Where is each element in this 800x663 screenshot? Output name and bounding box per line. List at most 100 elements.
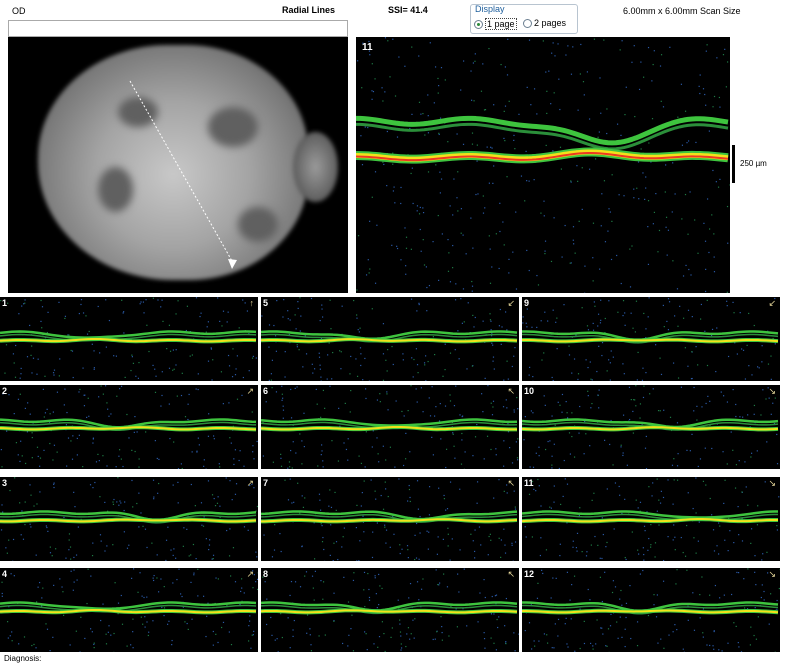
scan-thumbnail[interactable]: 7↖ [261, 477, 519, 561]
speckle-noise [703, 481, 704, 482]
speckle-noise [713, 233, 714, 234]
speckle-noise [461, 439, 462, 440]
speckle-noise [501, 344, 502, 345]
speckle-noise [571, 74, 572, 75]
scan-thumbnail[interactable]: 5↙ [261, 297, 519, 381]
speckle-noise [40, 300, 41, 301]
speckle-noise [215, 577, 216, 578]
speckle-noise [645, 448, 646, 449]
scan-thumbnail[interactable]: 6↖ [261, 385, 519, 469]
speckle-noise [426, 310, 427, 311]
speckle-noise [271, 380, 272, 381]
scan-thumbnail[interactable]: 12↘ [522, 568, 780, 652]
speckle-noise [459, 414, 460, 415]
speckle-noise [770, 593, 771, 594]
speckle-noise [663, 497, 664, 498]
speckle-noise [578, 433, 579, 434]
speckle-noise [90, 484, 91, 485]
speckle-noise [747, 414, 748, 415]
speckle-noise [635, 405, 636, 406]
speckle-noise [232, 348, 233, 349]
speckle-noise [707, 300, 708, 301]
speckle-noise [116, 356, 117, 357]
scan-thumbnail[interactable]: 4↗ [0, 568, 258, 652]
speckle-noise [552, 377, 553, 378]
speckle-noise [706, 51, 707, 52]
speckle-noise [236, 483, 237, 484]
speckle-noise [314, 599, 315, 600]
speckle-noise [609, 444, 610, 445]
speckle-noise [93, 644, 94, 645]
speckle-noise [621, 605, 622, 606]
speckle-noise [32, 437, 33, 438]
speckle-noise [491, 147, 492, 148]
speckle-noise [257, 441, 258, 442]
scan-thumbnail[interactable]: 2↗ [0, 385, 258, 469]
speckle-noise [724, 480, 725, 481]
speckle-noise [491, 266, 492, 267]
speckle-noise [554, 92, 555, 93]
speckle-noise [571, 618, 572, 619]
speckle-noise [155, 376, 156, 377]
speckle-noise [124, 510, 125, 511]
speckle-noise [410, 501, 411, 502]
speckle-noise [110, 413, 111, 414]
speckle-noise [283, 418, 284, 419]
scan-thumbnail[interactable]: 10↘ [522, 385, 780, 469]
scan-thumbnail[interactable]: 8↖ [261, 568, 519, 652]
scan-thumbnail[interactable]: 11↘ [522, 477, 780, 561]
speckle-noise [360, 347, 361, 348]
scan-thumbnail[interactable]: 1↑ [0, 297, 258, 381]
speckle-noise [209, 539, 210, 540]
speckle-noise [20, 373, 21, 374]
speckle-noise [527, 308, 528, 309]
speckle-noise [643, 547, 644, 548]
speckle-noise [322, 537, 323, 538]
speckle-noise [164, 586, 165, 587]
speckle-noise [622, 363, 623, 364]
speckle-noise [665, 227, 666, 228]
speckle-noise [627, 465, 628, 466]
speckle-noise [55, 548, 56, 549]
display-option-1-page[interactable]: 1 page [474, 18, 517, 30]
scan-thumbnail[interactable]: 9↙ [522, 297, 780, 381]
speckle-noise [637, 352, 638, 353]
speckle-noise [635, 331, 636, 332]
scan-thumbnail[interactable]: 3↗ [0, 477, 258, 561]
display-option-2-pages[interactable]: 2 pages [523, 18, 566, 28]
speckle-noise [53, 487, 54, 488]
scan-direction-arrow-icon: ↖ [507, 386, 515, 397]
speckle-noise [642, 172, 643, 173]
speckle-noise [332, 352, 333, 353]
speckle-noise [741, 651, 742, 652]
speckle-noise [77, 579, 78, 580]
speckle-noise [444, 369, 445, 370]
speckle-noise [320, 417, 321, 418]
speckle-noise [40, 321, 41, 322]
speckle-noise [434, 102, 435, 103]
speckle-noise [23, 303, 24, 304]
speckle-noise [321, 308, 322, 309]
speckle-noise [506, 598, 507, 599]
speckle-noise [466, 625, 467, 626]
speckle-noise [529, 181, 530, 182]
scan-direction-arrow-icon: ↘ [768, 478, 776, 489]
speckle-noise [647, 550, 648, 551]
speckle-noise [278, 651, 279, 652]
speckle-noise [185, 416, 186, 417]
speckle-noise [548, 71, 549, 72]
speckle-noise [559, 468, 560, 469]
speckle-noise [45, 623, 46, 624]
speckle-noise [375, 577, 376, 578]
radio-icon-selected[interactable] [474, 20, 483, 29]
speckle-noise [500, 557, 501, 558]
speckle-noise [115, 582, 116, 583]
speckle-noise [564, 460, 565, 461]
speckle-noise [353, 650, 354, 651]
speckle-noise [696, 419, 697, 420]
speckle-noise [281, 466, 282, 467]
speckle-noise [283, 410, 284, 411]
speckle-noise [555, 623, 556, 624]
radio-icon[interactable] [523, 19, 532, 28]
speckle-noise [376, 225, 377, 226]
